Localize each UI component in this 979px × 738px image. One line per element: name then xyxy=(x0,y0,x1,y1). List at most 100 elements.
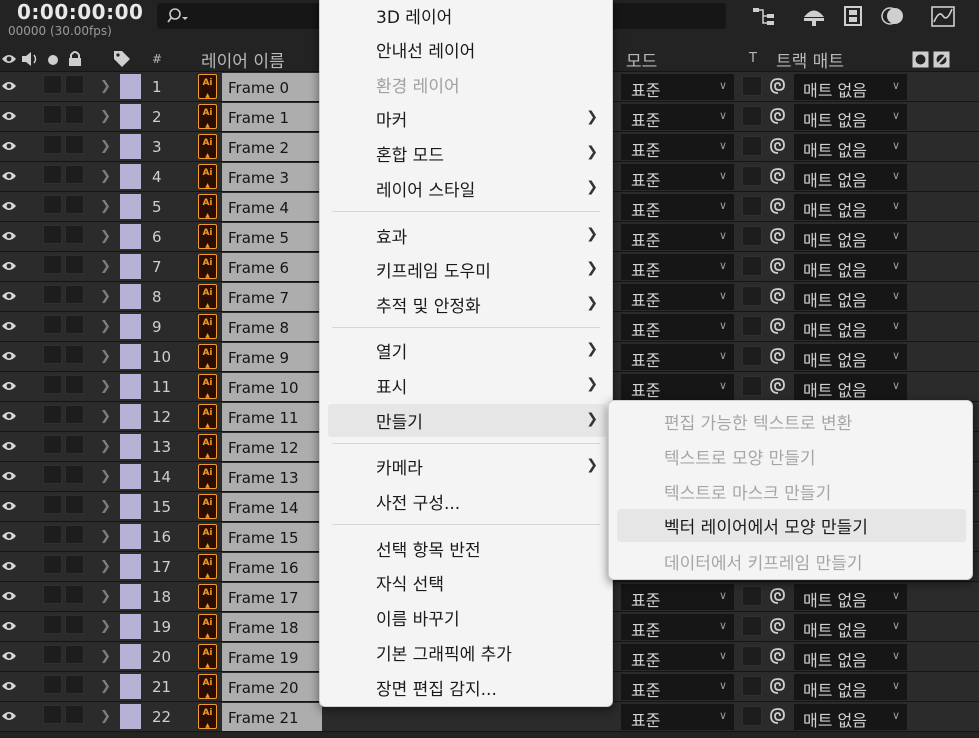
expand-chevron-icon[interactable]: ❯ xyxy=(100,649,111,664)
lock-toggle[interactable] xyxy=(65,675,84,694)
visibility-eye-icon[interactable] xyxy=(1,350,17,362)
expand-chevron-icon[interactable]: ❯ xyxy=(100,229,111,244)
label-color-swatch[interactable] xyxy=(120,284,141,309)
blend-mode-select[interactable]: 표준 ∨ xyxy=(621,194,734,220)
lock-toggle[interactable] xyxy=(65,255,84,274)
lock-toggle[interactable] xyxy=(65,525,84,544)
label-color-swatch[interactable] xyxy=(120,224,141,249)
visibility-eye-icon[interactable] xyxy=(1,410,17,422)
expand-chevron-icon[interactable]: ❯ xyxy=(100,139,111,154)
lock-toggle[interactable] xyxy=(65,345,84,364)
context-menu-item[interactable]: 효과 ❯ xyxy=(328,219,606,252)
parent-pickwhip-icon[interactable] xyxy=(769,197,787,215)
solo-toggle[interactable] xyxy=(43,585,62,604)
parent-pickwhip-icon[interactable] xyxy=(769,317,787,335)
layer-name[interactable]: Frame 14 xyxy=(222,493,322,521)
blend-mode-select[interactable]: 표준 ∨ xyxy=(621,374,734,400)
preserve-transparency-toggle[interactable] xyxy=(742,256,762,276)
context-menu-item[interactable]: 마커 ❯ xyxy=(328,102,606,135)
parent-pickwhip-icon[interactable] xyxy=(769,167,787,185)
expand-chevron-icon[interactable]: ❯ xyxy=(100,679,111,694)
expand-chevron-icon[interactable]: ❯ xyxy=(100,379,111,394)
parent-pickwhip-icon[interactable] xyxy=(769,347,787,365)
label-tag-icon[interactable] xyxy=(113,50,131,68)
expand-chevron-icon[interactable]: ❯ xyxy=(100,709,111,724)
preserve-transparency-toggle[interactable] xyxy=(742,286,762,306)
expand-chevron-icon[interactable]: ❯ xyxy=(100,529,111,544)
solo-toggle[interactable] xyxy=(43,285,62,304)
parent-pickwhip-icon[interactable] xyxy=(769,227,787,245)
blend-mode-select[interactable]: 표준 ∨ xyxy=(621,614,734,640)
track-matte-select[interactable]: 매트 없음 ∨ xyxy=(794,74,907,100)
solo-toggle[interactable] xyxy=(43,225,62,244)
video-eye-icon[interactable] xyxy=(1,53,17,65)
layer-name[interactable]: Frame 11 xyxy=(222,403,322,431)
layer-name[interactable]: Frame 16 xyxy=(222,553,322,581)
lock-icon[interactable] xyxy=(67,50,83,67)
preserve-transparency-toggle[interactable] xyxy=(742,586,762,606)
visibility-eye-icon[interactable] xyxy=(1,380,17,392)
track-matte-select[interactable]: 매트 없음 ∨ xyxy=(794,194,907,220)
blend-mode-select[interactable]: 표준 ∨ xyxy=(621,584,734,610)
label-color-swatch[interactable] xyxy=(120,494,141,519)
blend-mode-select[interactable]: 표준 ∨ xyxy=(621,314,734,340)
context-menu-item[interactable]: 3D 레이어 xyxy=(328,0,606,32)
lock-toggle[interactable] xyxy=(65,165,84,184)
context-menu-item[interactable]: 자식 선택 xyxy=(328,566,606,599)
expand-chevron-icon[interactable]: ❯ xyxy=(100,289,111,304)
preserve-transparency-toggle[interactable] xyxy=(742,646,762,666)
label-color-swatch[interactable] xyxy=(120,704,141,729)
visibility-eye-icon[interactable] xyxy=(1,530,17,542)
expand-chevron-icon[interactable]: ❯ xyxy=(100,469,111,484)
label-color-swatch[interactable] xyxy=(120,344,141,369)
layer-name[interactable]: Frame 17 xyxy=(222,583,322,611)
context-menu-item[interactable]: 기본 그래픽에 추가 xyxy=(328,636,606,669)
blend-mode-select[interactable]: 표준 ∨ xyxy=(621,644,734,670)
context-menu-item[interactable]: 키프레임 도우미 ❯ xyxy=(328,253,606,286)
track-matte-select[interactable]: 매트 없음 ∨ xyxy=(794,254,907,280)
track-matte-select[interactable]: 매트 없음 ∨ xyxy=(794,134,907,160)
visibility-eye-icon[interactable] xyxy=(1,680,17,692)
visibility-eye-icon[interactable] xyxy=(1,470,17,482)
visibility-eye-icon[interactable] xyxy=(1,230,17,242)
visibility-eye-icon[interactable] xyxy=(1,80,17,92)
label-color-swatch[interactable] xyxy=(120,464,141,489)
track-matte-select[interactable]: 매트 없음 ∨ xyxy=(794,614,907,640)
blend-mode-select[interactable]: 표준 ∨ xyxy=(621,224,734,250)
solo-toggle[interactable] xyxy=(43,405,62,424)
expand-chevron-icon[interactable]: ❯ xyxy=(100,619,111,634)
solo-toggle[interactable] xyxy=(43,675,62,694)
label-color-swatch[interactable] xyxy=(120,644,141,669)
preserve-transparency-toggle[interactable] xyxy=(742,136,762,156)
current-time-display[interactable]: 0:00:00:00 xyxy=(17,0,143,24)
lock-toggle[interactable] xyxy=(65,105,84,124)
blend-mode-select[interactable]: 표준 ∨ xyxy=(621,104,734,130)
visibility-eye-icon[interactable] xyxy=(1,620,17,632)
parent-pickwhip-icon[interactable] xyxy=(769,707,787,725)
solo-toggle[interactable] xyxy=(43,75,62,94)
solo-toggle[interactable] xyxy=(43,495,62,514)
label-color-swatch[interactable] xyxy=(120,254,141,279)
parent-pickwhip-icon[interactable] xyxy=(769,77,787,95)
blend-mode-select[interactable]: 표준 ∨ xyxy=(621,704,734,730)
label-color-swatch[interactable] xyxy=(120,434,141,459)
context-menu-item[interactable]: 안내선 레이어 xyxy=(328,33,606,66)
preserve-transparency-toggle[interactable] xyxy=(742,316,762,336)
lock-toggle[interactable] xyxy=(65,375,84,394)
visibility-eye-icon[interactable] xyxy=(1,260,17,272)
solo-toggle[interactable] xyxy=(43,465,62,484)
lock-toggle[interactable] xyxy=(65,285,84,304)
track-matte-select[interactable]: 매트 없음 ∨ xyxy=(794,164,907,190)
layer-name[interactable]: Frame 4 xyxy=(222,193,322,221)
layer-name[interactable]: Frame 2 xyxy=(222,133,322,161)
expand-chevron-icon[interactable]: ❯ xyxy=(100,409,111,424)
expand-chevron-icon[interactable]: ❯ xyxy=(100,499,111,514)
draft-3d-icon[interactable] xyxy=(801,4,827,28)
solo-toggle[interactable] xyxy=(43,165,62,184)
blend-mode-select[interactable]: 표준 ∨ xyxy=(621,344,734,370)
label-color-swatch[interactable] xyxy=(120,164,141,189)
parent-pickwhip-icon[interactable] xyxy=(769,107,787,125)
layer-name[interactable]: Frame 6 xyxy=(222,253,322,281)
solo-toggle[interactable] xyxy=(43,195,62,214)
preserve-transparency-toggle[interactable] xyxy=(742,346,762,366)
